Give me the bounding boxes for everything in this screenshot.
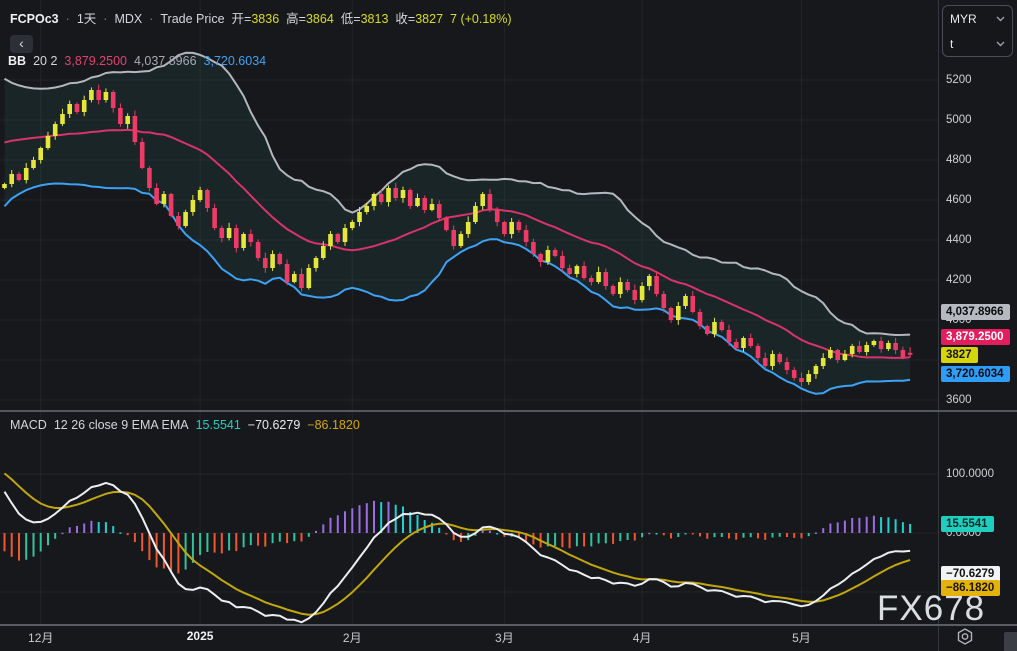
separator-dot: · [103,12,107,26]
chevron-down-icon [996,41,1005,47]
price-tick: 4200 [946,274,972,286]
currency-unit-selector[interactable]: MYR t [942,5,1013,57]
bb-indicator-legend[interactable]: BB 20 2 3,879.2500 4,037.8966 3,720.6034 [8,54,266,68]
axis-price-badge: 3827 [941,347,978,363]
time-axis-label: 4月 [633,629,652,646]
ohlc-open: 开=3836 [232,8,280,27]
price-change: 7 (+0.18%) [450,12,512,26]
axis-price-badge: −86.1820 [941,580,1000,596]
macd-params: 12 26 close 9 EMA EMA [54,418,189,432]
symbol-header[interactable]: FCPOc3 · 1天 · MDX · Trade Price 开=3836 高… [10,8,512,27]
interval-label[interactable]: 1天 [77,8,96,27]
price-tick: 4600 [946,194,972,206]
exchange-label: MDX [114,12,142,26]
bb-params: 20 2 [33,54,57,68]
collapse-legend-button[interactable]: ‹ [10,35,33,53]
series-type-label: Trade Price [160,12,224,26]
price-tick: 4400 [946,234,972,246]
time-axis-divider[interactable] [0,624,1017,626]
time-axis-label: 2月 [343,629,362,646]
price-tick: 5000 [946,114,972,126]
separator-dot: · [66,12,70,26]
unit-dropdown[interactable]: t [943,31,1012,56]
bb-basis-value: 3,879.2500 [64,54,127,68]
macd-name: MACD [10,418,47,432]
axis-price-badge: 4,037.8966 [941,304,1010,320]
axis-price-badge: 15.5541 [941,516,994,532]
time-axis-label: 5月 [792,629,811,646]
macd-hist-value: 15.5541 [196,418,241,432]
trading-chart-window: FCPOc3 · 1天 · MDX · Trade Price 开=3836 高… [0,0,1017,651]
macd-tick: 100.0000 [946,468,994,480]
price-tick: 4800 [946,154,972,166]
separator-dot: · [149,12,153,26]
axis-price-badge: 3,879.2500 [941,329,1010,345]
price-tick: 3600 [946,394,972,406]
bb-lower-value: 3,720.6034 [204,54,267,68]
time-axis-label: 3月 [495,629,514,646]
bb-name: BB [8,54,26,68]
ohlc-low: 低=3813 [341,8,389,27]
chart-svg [0,0,938,625]
currency-value: MYR [950,12,977,26]
unit-value: t [950,37,953,51]
bb-upper-value: 4,037.8966 [134,54,197,68]
ohlc-high: 高=3864 [286,8,334,27]
pane-divider[interactable] [0,410,1017,412]
axis-price-badge: 3,720.6034 [941,366,1010,382]
ohlc-close: 收=3827 [395,8,443,27]
price-tick: 5200 [946,74,972,86]
macd-indicator-legend[interactable]: MACD 12 26 close 9 EMA EMA 15.5541 −70.6… [10,418,360,432]
chevron-down-icon [996,16,1005,22]
symbol-name[interactable]: FCPOc3 [10,12,59,26]
time-axis-label: 12月 [28,629,53,646]
macd-line-value: −70.6279 [248,418,300,432]
axis-settings-icon[interactable] [951,625,979,651]
macd-signal-value: −86.1820 [307,418,359,432]
chart-canvas[interactable] [0,0,938,625]
corner-partial-button[interactable] [1004,632,1017,651]
chevron-left-icon: ‹ [19,35,24,51]
time-axis-label: 2025 [187,629,214,643]
price-axis-border [938,0,939,651]
currency-dropdown[interactable]: MYR [943,6,1012,31]
